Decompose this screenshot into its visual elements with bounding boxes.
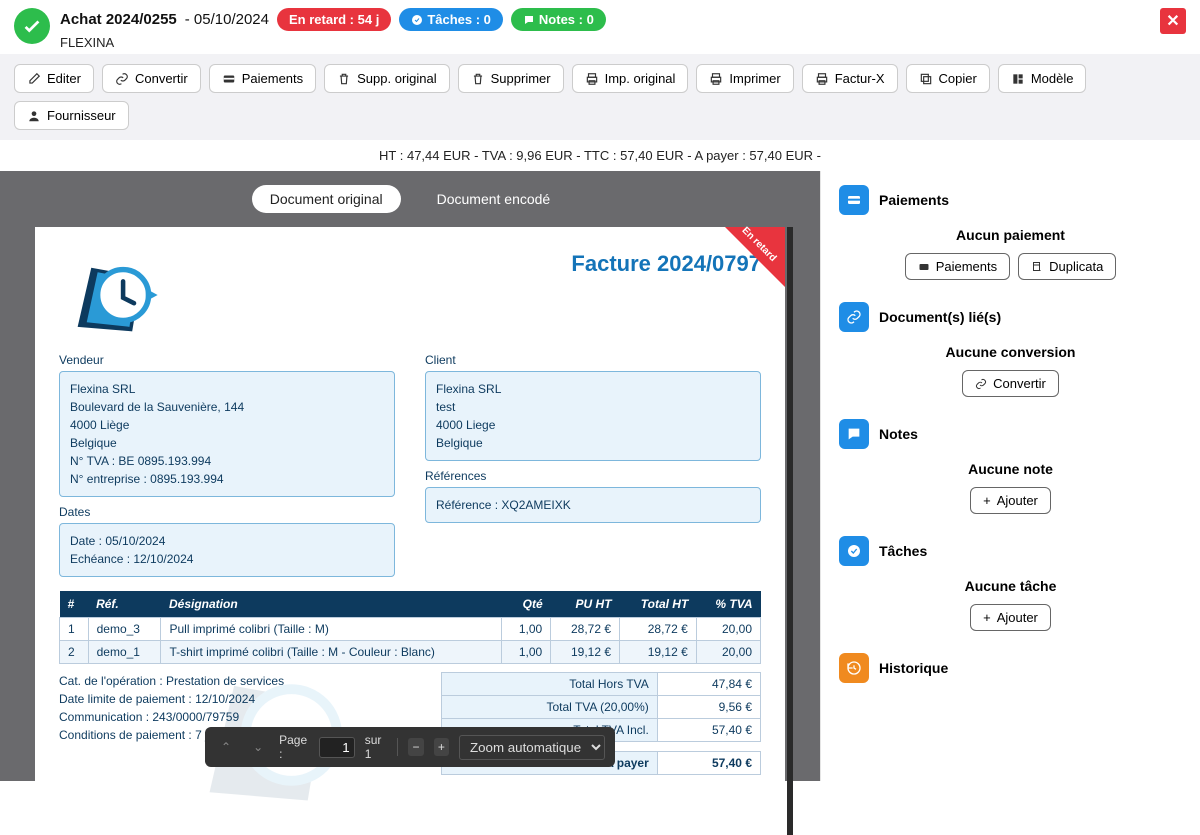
pdf-page-label: Page :: [279, 733, 309, 761]
imprimer-button[interactable]: Imprimer: [696, 64, 793, 93]
paiements-button[interactable]: Paiements: [209, 64, 316, 93]
linked-title: Document(s) lié(s): [879, 309, 1001, 325]
duplicata-button[interactable]: Duplicata: [1018, 253, 1116, 280]
company-logo-icon: [59, 245, 169, 345]
imp-original-button[interactable]: Imp. original: [572, 64, 689, 93]
notes-badge: Notes : 0: [511, 8, 606, 31]
supplier-name: FLEXINA: [60, 35, 1150, 50]
history-title: Historique: [879, 660, 948, 676]
add-task-button[interactable]: +Ajouter: [970, 604, 1051, 631]
late-badge: En retard : 54 j: [277, 8, 391, 31]
vendor-label: Vendeur: [59, 353, 395, 367]
payments-button[interactable]: Paiements: [905, 253, 1010, 280]
payments-title: Paiements: [879, 192, 949, 208]
client-label: Client: [425, 353, 761, 367]
tasks-empty: Aucune tâche: [839, 578, 1182, 594]
tasks-badge: Tâches : 0: [399, 8, 503, 31]
pdf-page-input[interactable]: [319, 737, 355, 758]
linked-icon: [839, 302, 869, 332]
refs-box: Référence : XQ2AMEIXK: [425, 487, 761, 523]
tasks-icon: [839, 536, 869, 566]
status-check-icon: [14, 8, 50, 44]
pdf-zoom-out[interactable]: −: [408, 738, 423, 756]
convert-button[interactable]: Convertir: [962, 370, 1059, 397]
pdf-zoom-in[interactable]: +: [434, 738, 449, 756]
pdf-prev-page[interactable]: ⌃: [215, 738, 237, 756]
linked-empty: Aucune conversion: [839, 344, 1182, 360]
client-box: Flexina SRLtest4000 LiegeBelgique: [425, 371, 761, 461]
tab-encoded[interactable]: Document encodé: [419, 185, 569, 213]
supp-original-button[interactable]: Supp. original: [324, 64, 450, 93]
table-row: 2demo_1T-shirt imprimé colibri (Taille :…: [60, 641, 761, 664]
vendor-box: Flexina SRLBoulevard de la Sauvenière, 1…: [59, 371, 395, 497]
pdf-page-total: sur 1: [365, 733, 388, 761]
convertir-button[interactable]: Convertir: [102, 64, 201, 93]
tasks-title: Tâches: [879, 543, 927, 559]
add-note-button[interactable]: +Ajouter: [970, 487, 1051, 514]
pdf-zoom-select[interactable]: Zoom automatique: [459, 735, 605, 760]
notes-title: Notes: [879, 426, 918, 442]
refs-label: Références: [425, 469, 761, 483]
document-title: Achat 2024/0255: [60, 11, 177, 28]
factur-x-button[interactable]: Factur-X: [802, 64, 898, 93]
mod-le-button[interactable]: Modèle: [998, 64, 1087, 93]
pdf-next-page[interactable]: ⌄: [247, 738, 269, 756]
document-date: 05/10/2024: [194, 11, 269, 28]
fournisseur-button[interactable]: Fournisseur: [14, 101, 129, 130]
tab-original[interactable]: Document original: [252, 185, 401, 213]
payments-empty: Aucun paiement: [839, 227, 1182, 243]
close-button[interactable]: ✕: [1160, 8, 1186, 34]
pdf-toolbar: ⌃ ⌄ Page : sur 1 − + Zoom automatique: [205, 727, 615, 767]
dates-label: Dates: [59, 505, 395, 519]
editer-button[interactable]: Editer: [14, 64, 94, 93]
notes-icon: [839, 419, 869, 449]
copier-button[interactable]: Copier: [906, 64, 990, 93]
supprimer-button[interactable]: Supprimer: [458, 64, 564, 93]
invoice-lines-table: # Réf. Désignation Qté PU HT Total HT % …: [59, 591, 761, 664]
summary-bar: HT : 47,44 EUR - TVA : 9,96 EUR - TTC : …: [0, 140, 1200, 171]
history-icon: [839, 653, 869, 683]
notes-empty: Aucune note: [839, 461, 1182, 477]
dates-box: Date : 05/10/2024Echéance : 12/10/2024: [59, 523, 395, 577]
payments-icon: [839, 185, 869, 215]
table-row: 1demo_3Pull imprimé colibri (Taille : M)…: [60, 618, 761, 641]
